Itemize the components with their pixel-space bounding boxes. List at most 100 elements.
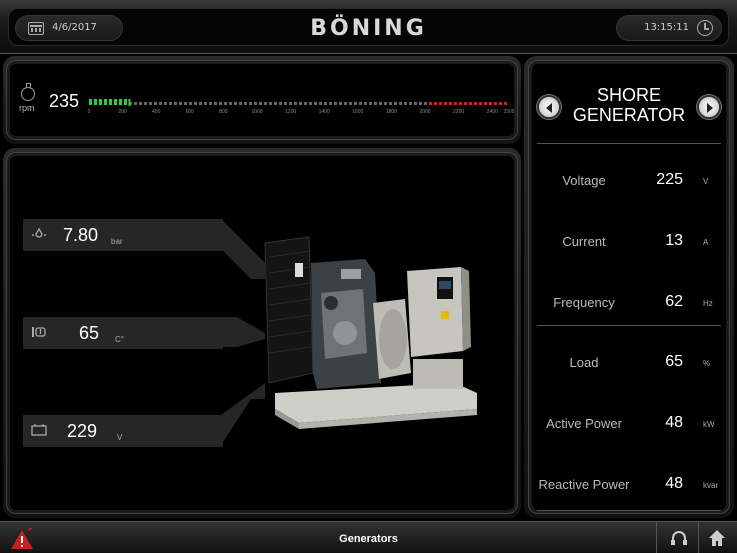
rpm-bar-segment [414,102,417,105]
rpm-bar-segment [464,102,467,105]
rpm-bar-segment [274,102,277,105]
rpm-tick-200: 200 [118,109,127,115]
header-inner: 4/6/2017 BÖNING 13:15:11 [8,8,729,46]
rpm-bar-segment [249,102,252,105]
rpm-bar-segment [489,102,492,105]
next-generator-button[interactable] [697,95,721,119]
metric-value-reactive-power: 48 [665,475,683,492]
rpm-tick-2000: 2000 [419,109,431,115]
metric-unit-frequency: Hz [703,299,713,308]
rpm-bar-segment [259,102,262,105]
rpm-bar-segment [364,102,367,105]
separator-top [537,143,721,144]
rpm-bar-segment [159,102,162,105]
rpm-bar-segment [469,102,472,105]
rpm-bar-segment [224,102,227,105]
rpm-bar-segment [234,102,237,105]
footer-bar: Generators [0,521,737,553]
oil-pressure-icon [32,227,46,238]
rpm-tick-1200: 1200 [285,109,297,115]
metric-value-frequency: 62 [665,293,683,310]
rpm-panel: rpm 235 0 200 400 600 800 1000 1200 1400 1600 180… [6,60,518,140]
rpm-bar-segment [119,99,122,105]
rpm-bar-segment [439,102,442,105]
rpm-bar-segment [304,102,307,105]
rpm-bar-segment [244,102,247,105]
generator-panel: 7.80 bar 65 C° 229 V [6,152,518,514]
rpm-bar-segment [299,102,302,105]
rpm-bar-segment [204,102,207,105]
metric-value-current: 13 [665,232,683,249]
rpm-tick-2400: 2400 [486,109,498,115]
rpm-tick-600: 600 [185,109,194,115]
rpm-bar-indicator [128,99,131,106]
rpm-bar-segment [399,102,402,105]
battery-icon [31,424,47,436]
clock-icon [697,20,713,36]
rpm-bar-segment [239,102,242,105]
rpm-bar-segment [394,102,397,105]
rpm-tick-2500: 2500 [503,109,515,115]
rpm-bar-segment [419,102,422,105]
rpm-bar-segment [474,102,477,105]
rpm-bar-segment [229,102,232,105]
rpm-bar-segment [324,102,327,105]
rpm-tick-2200: 2200 [453,109,465,115]
battery-voltage-unit: V [117,433,123,442]
rpm-tick-400: 400 [152,109,161,115]
time-display: 13:15:11 [616,15,722,41]
footer-divider-1 [656,522,657,553]
rpm-bar-segment [89,99,92,105]
rpm-bar-segment [179,102,182,105]
metric-unit-load: % [703,359,711,368]
rpm-tick-1600: 1600 [352,109,364,115]
oil-pressure-unit: bar [111,237,123,246]
headphones-icon[interactable] [670,530,688,546]
rpm-bar-segment [279,102,282,105]
screen-title: Generators [339,533,398,545]
rpm-bar-segment [424,102,427,105]
rpm-bar-segment [174,102,177,105]
rpm-bar-segment [309,102,312,105]
rpm-tick-1400: 1400 [318,109,330,115]
rpm-bar-segment [334,102,337,105]
metric-value-load: 65 [665,353,683,370]
rpm-bar-segment [504,102,507,105]
rpm-bar-segment [404,102,407,105]
rpm-bar-segment [379,102,382,105]
rpm-bar-segment [449,102,452,105]
rpm-bar-segment [344,102,347,105]
rpm-bar-segment [164,102,167,105]
rpm-bar-segment [109,99,112,105]
rpm-bar-segment [339,102,342,105]
rpm-tick-labels: 0 200 400 600 800 1000 1200 1400 1600 1800 2000 220… [88,109,515,119]
coolant-temperature-icon [32,327,46,337]
coolant-temperature-value: 65 [79,323,100,343]
generator-image [264,236,477,429]
oil-pressure-value: 7.80 [63,225,99,245]
rpm-bar-segment [124,99,127,105]
rpm-bar-segment [194,102,197,105]
metric-unit-voltage: V [703,177,709,186]
header-bar: 4/6/2017 BÖNING 13:15:11 [0,0,737,54]
rpm-bar-segment [94,99,97,105]
rpm-bar-gauge [89,99,507,106]
rpm-bar-segment [114,99,117,105]
home-icon[interactable] [708,529,726,547]
rpm-bar-segment [184,102,187,105]
rpm-bar-segment [264,102,267,105]
rpm-bar-segment [189,102,192,105]
rpm-tick-1000: 1000 [251,109,263,115]
rpm-bar-segment [319,102,322,105]
rpm-bar-segment [444,102,447,105]
rpm-bar-segment [144,102,147,105]
rpm-bar-segment [349,102,352,105]
rpm-bar-segment [494,102,497,105]
rpm-bar-segment [289,102,292,105]
rpm-bar-segment [479,102,482,105]
battery-voltage-value: 229 [67,421,98,441]
separator-middle [537,325,721,326]
rpm-bar-segment [374,102,377,105]
battery-voltage-readout: 229 V [23,415,223,447]
rpm-bar-segment [384,102,387,105]
